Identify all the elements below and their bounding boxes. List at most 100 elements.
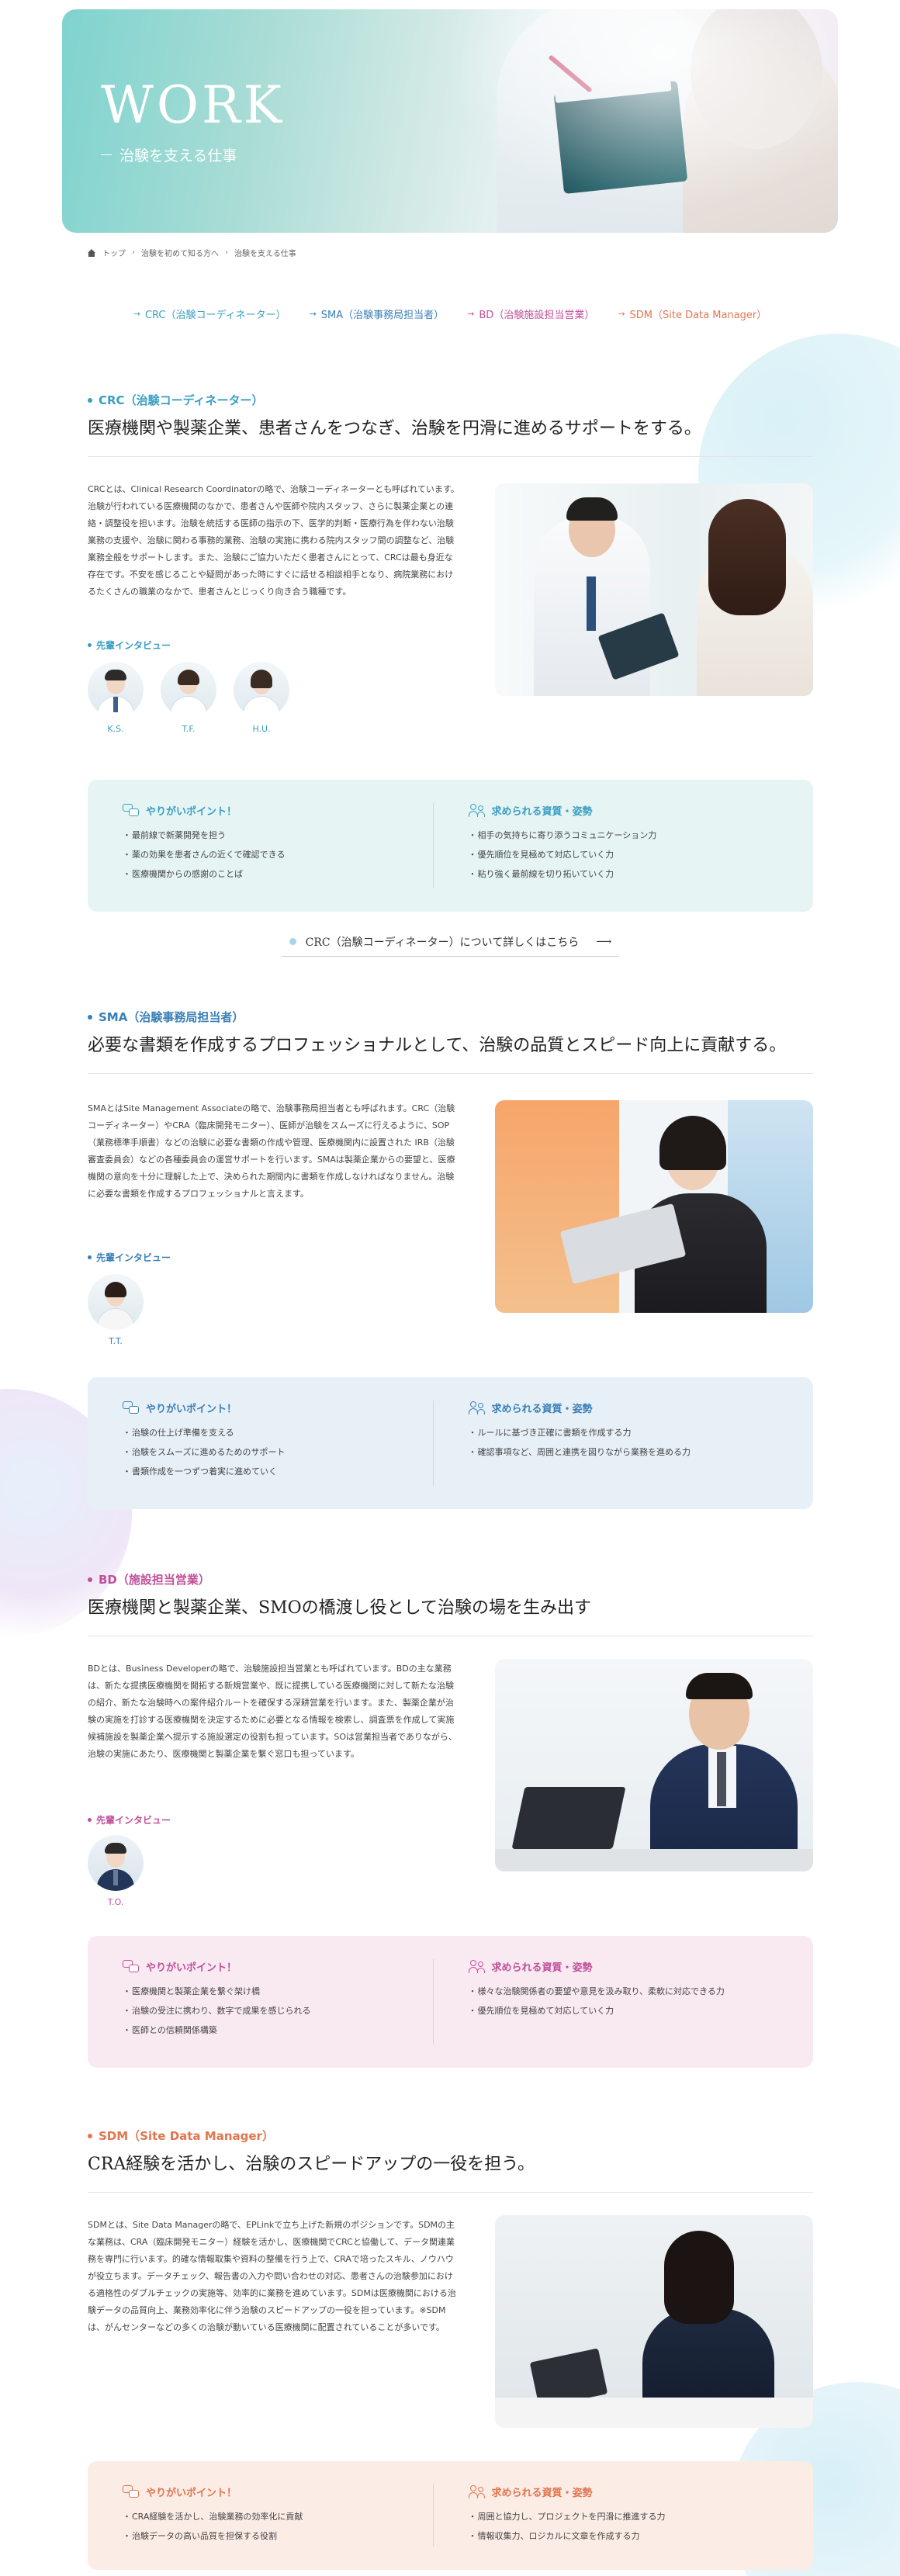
interviewee-tf[interactable]: T.F.: [161, 662, 216, 734]
skills-list: 相手の気持ちに寄り添うコミュニケーション力 優先順位を見極めて対応していく力 粘…: [469, 826, 779, 884]
photo-tie: [587, 576, 596, 631]
photo-woman-hair: [708, 499, 786, 615]
interviewee-name: T.O.: [107, 1897, 124, 1907]
arrow-right-icon: →: [133, 309, 140, 319]
arrow-right-icon: →: [467, 309, 475, 319]
photo-desk: [495, 1849, 813, 1871]
crc-photo: [495, 483, 813, 696]
hero-light: [403, 9, 838, 233]
skills-title-text: 求められる資質・姿勢: [491, 1962, 593, 1974]
interviewee-name: T.F.: [182, 724, 196, 734]
interviewee-to[interactable]: T.O.: [88, 1835, 144, 1907]
breadcrumb-level2[interactable]: 治験を初めて知る方へ: [141, 247, 219, 258]
skills-column: 求められる資質・姿勢 ルールに基づき正確に書類を作成する力 確認事項など、周囲と…: [432, 1401, 779, 1486]
arrow-right-icon: →: [618, 309, 625, 319]
label-dot: [88, 1577, 92, 1582]
divider: [88, 456, 813, 457]
sma-photo: [495, 1100, 813, 1313]
arrow-right-icon: ⟶: [596, 935, 612, 948]
section-sma: SMA（治験事務局担当者） 必要な書類を作成するプロフェッショナルとして、治験の…: [88, 1009, 813, 1521]
anchor-nav: → CRC（治験コーディネーター） → SMA（治験事務局担当者） → BD（治…: [0, 306, 900, 321]
list-item: 情報収集力、ロジカルに文章を作成する力: [469, 2526, 779, 2546]
list-item: 治験の受注に携わり、数字で成果を感じられる: [123, 2001, 433, 2020]
photo-doctor-hair: [566, 497, 618, 521]
skills-title-text: 求められる資質・姿勢: [491, 2488, 593, 2499]
points-list: 最前線で新薬開発を担う 薬の効果を患者さんの近くで確認できる 医療機関からの感謝…: [123, 826, 433, 884]
list-item: 医師との信頼関係構築: [123, 2020, 433, 2040]
avatar: [88, 1835, 144, 1891]
list-item: 治験の仕上げ準備を支える: [123, 1423, 433, 1442]
skills-list: 周囲と協力し、プロジェクトを円滑に推進する力 情報収集力、ロジカルに文章を作成す…: [469, 2507, 779, 2546]
skills-list: ルールに基づき正確に書類を作成する力 確認事項など、周囲と連携を図りながら業務を…: [469, 1423, 779, 1462]
section-description: BDとは、Business Developerの略で、治験施設担当営業とも呼ばれ…: [88, 1664, 457, 1759]
breadcrumb-home[interactable]: トップ: [102, 247, 126, 258]
skills-column: 求められる資質・姿勢 周囲と協力し、プロジェクトを円滑に推進する力 情報収集力、…: [432, 2484, 779, 2547]
points-title-text: やりがいポイント！: [146, 1962, 237, 1974]
bd-photo: [495, 1659, 813, 1871]
section-label: BD（施設担当営業）: [88, 1571, 813, 1587]
section-heading: 医療機関と製薬企業、SMOの橋渡し役として治験の場を生み出す: [88, 1598, 591, 1618]
section-label: CRC（治験コーディネーター）: [88, 392, 813, 408]
list-item: 優先順位を見極めて対応していく力: [469, 845, 779, 864]
skills-list: 様々な治験関係者の要望や意見を汲み取り、柔軟に対応できる力 優先順位を見極めて対…: [469, 1982, 779, 2020]
section-description: CRCとは、Clinical Research Coordinatorの略で、治…: [88, 484, 459, 597]
section-label-text: CRC（治験コーディネーター）: [99, 393, 264, 407]
skills-title: 求められる資質・姿勢: [468, 2484, 779, 2499]
crc-detail-link[interactable]: CRC（治験コーディネーター）について詳しくはこちら ⟶: [282, 927, 619, 957]
page-subtitle: 治験を支える仕事: [101, 144, 237, 165]
points-title-text: やりがいポイント！: [146, 806, 237, 818]
anchor-bd[interactable]: → BD（治験施設担当営業）: [467, 306, 594, 321]
list-item: 薬の効果を患者さんの近くで確認できる: [123, 845, 433, 864]
interviewee-name: H.U.: [252, 724, 271, 734]
people-icon: [468, 2484, 486, 2499]
people-icon: [468, 1401, 486, 1415]
section-crc: CRC（治験コーディネーター） 医療機関や製薬企業、患者さんをつなぎ、治験を円滑…: [88, 392, 813, 966]
people-icon: [468, 1959, 486, 1974]
chat-icon: [123, 2484, 140, 2499]
label-dot: [88, 1818, 92, 1822]
people-icon: [468, 803, 486, 818]
section-heading: CRA経験を活かし、治験のスピードアップの一役を担う。: [88, 2155, 535, 2174]
list-item: 医療機関と製薬企業を繋ぐ架け橋: [123, 1982, 433, 2001]
label-dot: [88, 1255, 92, 1259]
detail-link-text: CRC（治験コーディネーター）について詳しくはこちら: [305, 936, 580, 949]
section-label-text: SDM（Site Data Manager）: [99, 2129, 274, 2143]
section-description: SMAとはSite Management Associateの略で、治験事務局担…: [88, 1103, 455, 1199]
section-label-text: BD（施設担当営業）: [99, 1573, 210, 1587]
avatar: [88, 1274, 144, 1330]
section-label-text: SMA（治験事務局担当者）: [99, 1010, 244, 1024]
anchor-label: BD（治験施設担当営業）: [479, 310, 595, 321]
anchor-sma[interactable]: → SMA（治験事務局担当者）: [310, 306, 445, 321]
interviewee-tt[interactable]: T.T.: [88, 1274, 144, 1346]
skills-title: 求められる資質・姿勢: [468, 803, 779, 818]
skills-column: 求められる資質・姿勢 様々な治験関係者の要望や意見を汲み取り、柔軟に対応できる力…: [432, 1959, 779, 2045]
anchor-sdm[interactable]: → SDM（Site Data Manager）: [618, 306, 767, 321]
interviewee-name: T.T.: [109, 1336, 123, 1346]
photo-desk: [495, 2398, 813, 2428]
arrow-right-icon: →: [309, 309, 317, 319]
points-box: やりがいポイント！ 最前線で新薬開発を担う 薬の効果を患者さんの近くで確認できる…: [88, 780, 813, 912]
avatar: [88, 662, 144, 718]
interview-label: 先輩インタビュー: [88, 639, 171, 652]
interviewee-hu[interactable]: H.U.: [234, 662, 289, 734]
points-box: やりがいポイント！ CRA経験を活かし、治験業務の効率化に貢献 治験データの高い…: [88, 2461, 813, 2570]
section-description: SDMとは、Site Data Managerの略で、EPLinkで立ち上げた新…: [88, 2220, 456, 2332]
skills-title: 求められる資質・姿勢: [468, 1401, 779, 1415]
interviewee-list: T.O.: [88, 1835, 144, 1907]
points-list: CRA経験を活かし、治験業務の効率化に貢献 治験データの高い品質を担保する役割: [123, 2507, 433, 2546]
avatar: [234, 662, 289, 718]
chat-icon: [123, 803, 140, 818]
skills-title-text: 求められる資質・姿勢: [491, 1404, 593, 1415]
chat-icon: [123, 1959, 140, 1974]
home-icon[interactable]: [87, 248, 96, 257]
skills-title: 求められる資質・姿勢: [468, 1959, 779, 1974]
points-list: 医療機関と製薬企業を繋ぐ架け橋 治験の受注に携わり、数字で成果を感じられる 医師…: [123, 1982, 433, 2040]
interviewee-ks[interactable]: K.S.: [88, 662, 144, 734]
anchor-crc[interactable]: → CRC（治験コーディネーター）: [133, 306, 286, 321]
interview-label: 先輩インタビュー: [88, 1251, 171, 1264]
skills-column: 求められる資質・姿勢 相手の気持ちに寄り添うコミュニケーション力 優先順位を見極…: [432, 803, 779, 888]
interviewee-list: K.S. T.F. H.U.: [88, 662, 289, 734]
section-bd: BD（施設担当営業） 医療機関と製薬企業、SMOの橋渡し役として治験の場を生み出…: [88, 1571, 813, 2083]
photo-woman-hair: [659, 1116, 726, 1170]
anchor-label: CRC（治験コーディネーター）: [144, 310, 286, 321]
